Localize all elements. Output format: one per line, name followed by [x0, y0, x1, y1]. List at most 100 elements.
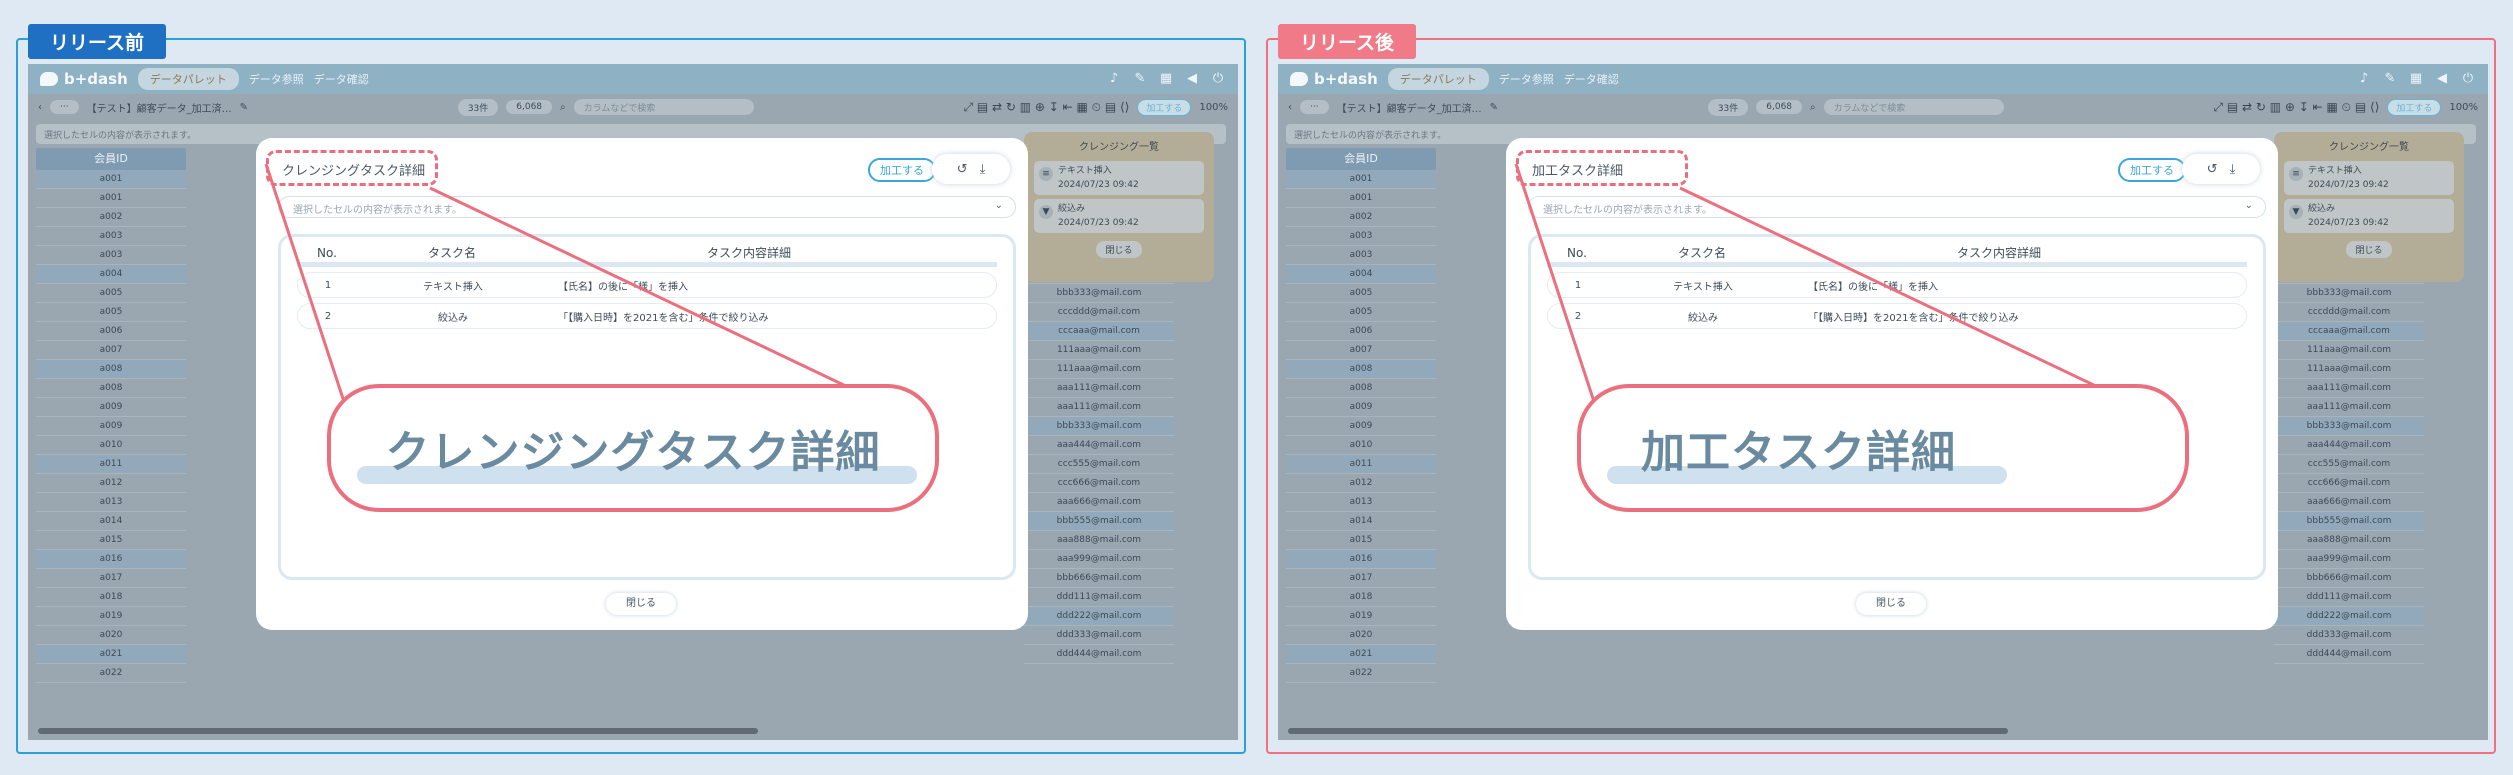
- palette-pill[interactable]: データパレット: [1387, 68, 1489, 90]
- grid-cell[interactable]: a005: [1286, 284, 1436, 303]
- grid-cell[interactable]: a003: [36, 227, 186, 246]
- grid-cell[interactable]: ddd222@mail.com: [1024, 607, 1174, 626]
- grid-header[interactable]: 会員ID: [36, 148, 186, 170]
- mini-item[interactable]: ▼ 絞込み 2024/07/23 09:42: [2284, 199, 2454, 233]
- grid-cell[interactable]: bbb555@mail.com: [2274, 512, 2424, 531]
- nav-data-check[interactable]: データ確認: [314, 71, 369, 87]
- process-button[interactable]: 加工する: [1137, 98, 1192, 116]
- edit-icon[interactable]: ✎: [240, 102, 248, 113]
- mini-close-button[interactable]: 閉じる: [1096, 241, 1142, 258]
- grid-cell[interactable]: a006: [1286, 322, 1436, 341]
- process-button[interactable]: 加工する: [2387, 98, 2442, 116]
- megaphone-icon[interactable]: ◀: [1184, 71, 1200, 87]
- wrench-icon[interactable]: ✎: [1132, 71, 1148, 87]
- grid-cell[interactable]: aaa888@mail.com: [1024, 531, 1174, 550]
- nav-data-ref[interactable]: データ参照: [1499, 71, 1554, 87]
- grid-cell[interactable]: a008: [1286, 360, 1436, 379]
- grid-cell[interactable]: a013: [36, 493, 186, 512]
- grid-cell[interactable]: a010: [1286, 436, 1436, 455]
- grid-cell[interactable]: aaa666@mail.com: [1024, 493, 1174, 512]
- grid-cell[interactable]: a020: [1286, 626, 1436, 645]
- grid-cell[interactable]: aaa999@mail.com: [2274, 550, 2424, 569]
- grid-cell[interactable]: aaa111@mail.com: [2274, 398, 2424, 417]
- table-row[interactable]: 2 絞込み 「【購入日時】を2021を含む」条件で絞り込み: [1547, 303, 2247, 329]
- more-button[interactable]: ···: [1300, 100, 1329, 114]
- grid-cell[interactable]: 111aaa@mail.com: [1024, 360, 1174, 379]
- horizontal-scrollbar[interactable]: [38, 728, 758, 734]
- grid-cell[interactable]: bbb666@mail.com: [2274, 569, 2424, 588]
- grid-cell[interactable]: a004: [36, 265, 186, 284]
- horizontal-scrollbar[interactable]: [1288, 728, 2008, 734]
- grid-cell[interactable]: a009: [36, 398, 186, 417]
- grid-cell[interactable]: a007: [1286, 341, 1436, 360]
- modal-close-button[interactable]: 閉じる: [606, 593, 676, 615]
- grid-cell[interactable]: aaa888@mail.com: [2274, 531, 2424, 550]
- grid-cell[interactable]: a007: [36, 341, 186, 360]
- download-icon[interactable]: ⤓: [2230, 162, 2236, 177]
- mini-item[interactable]: ▼ 絞込み 2024/07/23 09:42: [1034, 199, 1204, 233]
- mini-item[interactable]: ≡ テキスト挿入 2024/07/23 09:42: [1034, 161, 1204, 195]
- grid-cell[interactable]: a021: [1286, 645, 1436, 664]
- grid-cell[interactable]: a001: [1286, 170, 1436, 189]
- grid-cell[interactable]: cccaaa@mail.com: [2274, 322, 2424, 341]
- logout-icon[interactable]: ⏻: [1210, 71, 1226, 87]
- zoom-level[interactable]: 100%: [2449, 102, 2478, 113]
- grid-cell[interactable]: a009: [1286, 398, 1436, 417]
- grid-cell[interactable]: cccddd@mail.com: [2274, 303, 2424, 322]
- grid-cell[interactable]: a013: [1286, 493, 1436, 512]
- grid-cell[interactable]: a018: [36, 588, 186, 607]
- grid-cell[interactable]: aaa666@mail.com: [2274, 493, 2424, 512]
- grid-cell[interactable]: a005: [36, 284, 186, 303]
- megaphone-icon[interactable]: ◀: [2434, 71, 2450, 87]
- grid-cell[interactable]: a009: [1286, 417, 1436, 436]
- grid-cell[interactable]: 111aaa@mail.com: [2274, 360, 2424, 379]
- grid-cell[interactable]: a014: [1286, 512, 1436, 531]
- grid-cell[interactable]: a003: [1286, 246, 1436, 265]
- grid-cell[interactable]: a017: [1286, 569, 1436, 588]
- grid-cell[interactable]: a011: [1286, 455, 1436, 474]
- history-icon[interactable]: ↺: [957, 162, 968, 177]
- grid-cell[interactable]: a015: [36, 531, 186, 550]
- table-row[interactable]: 2 絞込み 「【購入日時】を2021を含む」条件で絞り込み: [297, 303, 997, 329]
- grid-cell[interactable]: a008: [1286, 379, 1436, 398]
- search-input[interactable]: カラムなどで検索: [573, 99, 754, 115]
- grid-cell[interactable]: a003: [36, 246, 186, 265]
- grid-cell[interactable]: bbb333@mail.com: [1024, 417, 1174, 436]
- grid-cell[interactable]: 111aaa@mail.com: [1024, 341, 1174, 360]
- grid-cell[interactable]: a006: [36, 322, 186, 341]
- palette-pill[interactable]: データパレット: [137, 68, 239, 90]
- zoom-level[interactable]: 100%: [1199, 102, 1228, 113]
- download-icon[interactable]: ⤓: [980, 162, 986, 177]
- table-row[interactable]: 1 テキスト挿入 【氏名】の後に「様」を挿入: [297, 272, 997, 298]
- toolbar-icons[interactable]: ⤢ ▤ ⇄ ↻ ▥ ⊕ ↧ ⇤ ▦ ⏲ ▤ ⟨⟩: [2213, 100, 2379, 115]
- grid-cell[interactable]: a010: [36, 436, 186, 455]
- grid-cell[interactable]: a011: [36, 455, 186, 474]
- grid-cell[interactable]: a009: [36, 417, 186, 436]
- grid-cell[interactable]: a017: [36, 569, 186, 588]
- table-row[interactable]: 1 テキスト挿入 【氏名】の後に「様」を挿入: [1547, 272, 2247, 298]
- grid-cell[interactable]: a012: [1286, 474, 1436, 493]
- grid-cell[interactable]: ccc666@mail.com: [2274, 474, 2424, 493]
- grid-cell[interactable]: ddd111@mail.com: [2274, 588, 2424, 607]
- grid-cell[interactable]: bbb333@mail.com: [2274, 284, 2424, 303]
- grid-cell[interactable]: a005: [36, 303, 186, 322]
- grid-cell[interactable]: a022: [36, 664, 186, 683]
- grid-cell[interactable]: bbb333@mail.com: [1024, 284, 1174, 303]
- grid-cell[interactable]: ddd333@mail.com: [2274, 626, 2424, 645]
- cell-select[interactable]: 選択したセルの内容が表示されます。 ⌄: [1528, 196, 2266, 218]
- bell-icon[interactable]: ♪: [2356, 71, 2372, 87]
- grid-icon[interactable]: ▦: [2408, 71, 2424, 87]
- nav-data-check[interactable]: データ確認: [1564, 71, 1619, 87]
- edit-icon[interactable]: ✎: [1490, 102, 1498, 113]
- modal-process-button[interactable]: 加工する: [2118, 158, 2186, 182]
- grid-cell[interactable]: bbb666@mail.com: [1024, 569, 1174, 588]
- mini-close-button[interactable]: 閉じる: [2346, 241, 2392, 258]
- grid-cell[interactable]: a002: [36, 208, 186, 227]
- grid-cell[interactable]: a001: [1286, 189, 1436, 208]
- grid-cell[interactable]: a002: [1286, 208, 1436, 227]
- grid-cell[interactable]: a005: [1286, 303, 1436, 322]
- mini-item[interactable]: ≡ テキスト挿入 2024/07/23 09:42: [2284, 161, 2454, 195]
- grid-cell[interactable]: bbb555@mail.com: [1024, 512, 1174, 531]
- grid-cell[interactable]: a004: [1286, 265, 1436, 284]
- grid-icon[interactable]: ▦: [1158, 71, 1174, 87]
